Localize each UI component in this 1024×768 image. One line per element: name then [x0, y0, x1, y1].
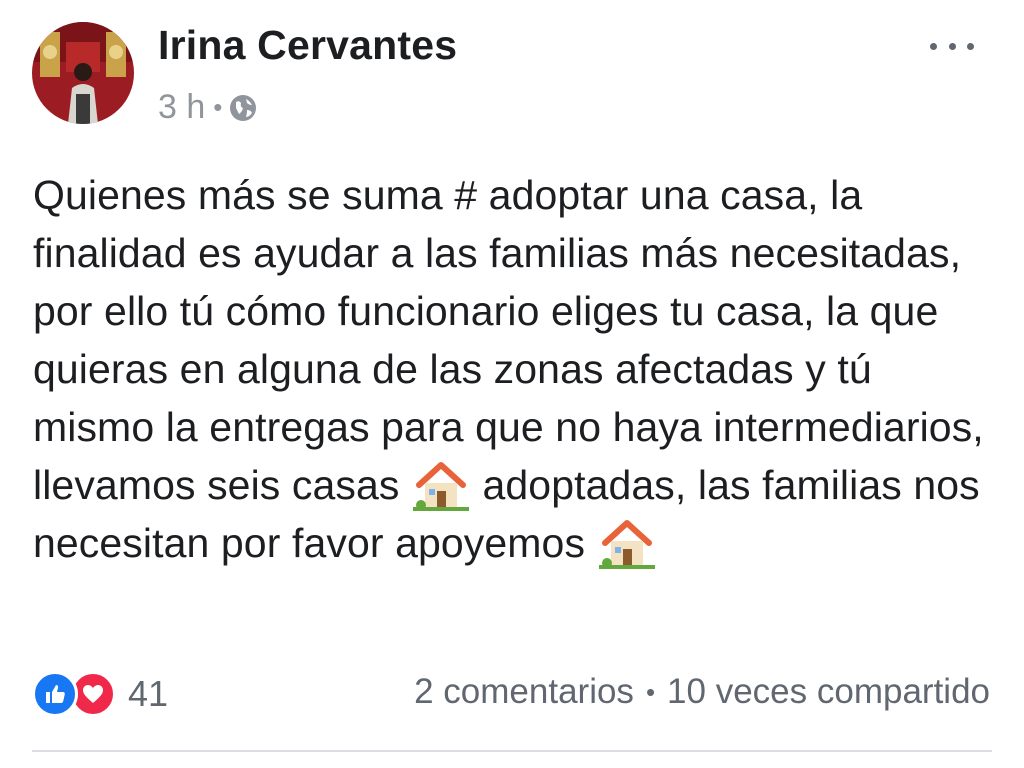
author-name[interactable]: Irina Cervantes [158, 22, 457, 69]
more-options-icon[interactable] [930, 36, 974, 56]
post-meta: 3 h • [158, 88, 258, 127]
reactions-summary[interactable]: 41 [32, 670, 168, 718]
post-text: Quienes más se suma # adoptar una casa, … [33, 166, 1003, 572]
reaction-count: 41 [128, 673, 169, 714]
post-stats: 2 comentarios • 10 veces compartido [414, 672, 990, 712]
like-icon [32, 671, 78, 717]
meta-separator: • [213, 92, 223, 122]
comments-count-link[interactable]: 2 comentarios [414, 672, 634, 712]
author-avatar[interactable] [32, 22, 134, 124]
house-with-garden-emoji [412, 462, 469, 511]
stats-separator: • [645, 676, 656, 707]
post-text-part-1: Quienes más se suma # adoptar una casa, … [33, 172, 984, 508]
house-with-garden-emoji [598, 520, 655, 569]
footer-divider [32, 750, 992, 752]
facebook-post: Irina Cervantes 3 h • Quienes más se sum… [0, 0, 1024, 768]
shares-count-link[interactable]: 10 veces compartido [667, 672, 990, 712]
post-timestamp[interactable]: 3 h [158, 88, 205, 127]
globe-icon[interactable] [228, 93, 258, 123]
